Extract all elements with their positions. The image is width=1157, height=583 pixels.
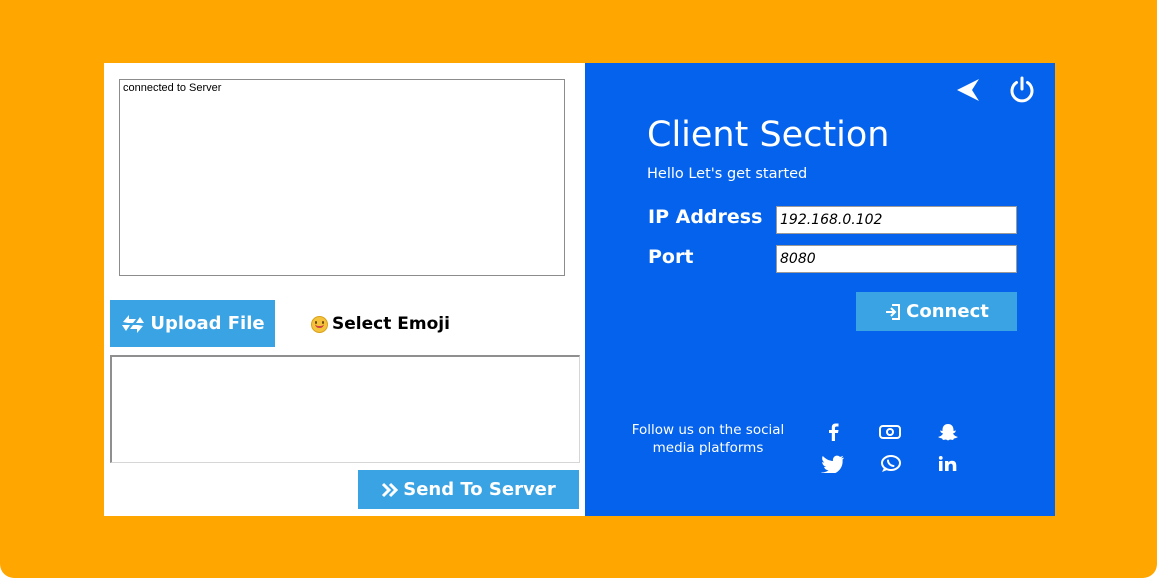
chat-panel: connected to Server Upload File Select E…	[104, 63, 585, 516]
whatsapp-icon[interactable]	[879, 453, 903, 475]
port-label: Port	[648, 246, 694, 268]
instagram-icon[interactable]	[878, 421, 902, 443]
double-chevron-right-icon	[382, 482, 399, 497]
connect-label: Connect	[906, 301, 989, 322]
send-to-server-label: Send To Server	[403, 479, 556, 500]
back-arrow-icon[interactable]	[955, 77, 981, 103]
sync-icon	[122, 314, 145, 333]
power-icon[interactable]	[1008, 75, 1036, 103]
page-subtitle: Hello Let's get started	[647, 166, 808, 182]
message-input[interactable]	[110, 355, 580, 463]
login-icon	[886, 303, 901, 320]
select-emoji-label: Select Emoji	[332, 314, 450, 334]
connect-button[interactable]: Connect	[856, 292, 1017, 331]
social-caption: Follow us on the social media platforms	[631, 422, 785, 456]
chat-log[interactable]: connected to Server	[119, 79, 565, 276]
upload-file-label: Upload File	[150, 313, 265, 334]
twitter-icon[interactable]	[821, 453, 845, 475]
ip-address-input[interactable]	[776, 206, 1017, 234]
linkedin-icon[interactable]	[937, 453, 961, 475]
snapchat-icon[interactable]	[936, 421, 960, 443]
smiley-icon	[311, 315, 328, 333]
upload-file-button[interactable]: Upload File	[110, 300, 275, 347]
facebook-icon[interactable]	[821, 421, 845, 443]
window-frame: connected to Server Upload File Select E…	[0, 0, 1157, 578]
send-to-server-button[interactable]: Send To Server	[358, 470, 579, 509]
page-title: Client Section	[647, 115, 890, 155]
select-emoji-button[interactable]: Select Emoji	[311, 309, 450, 339]
client-panel: Client Section Hello Let's get started I…	[585, 63, 1055, 516]
port-input[interactable]	[776, 245, 1017, 273]
ip-address-label: IP Address	[648, 206, 763, 228]
